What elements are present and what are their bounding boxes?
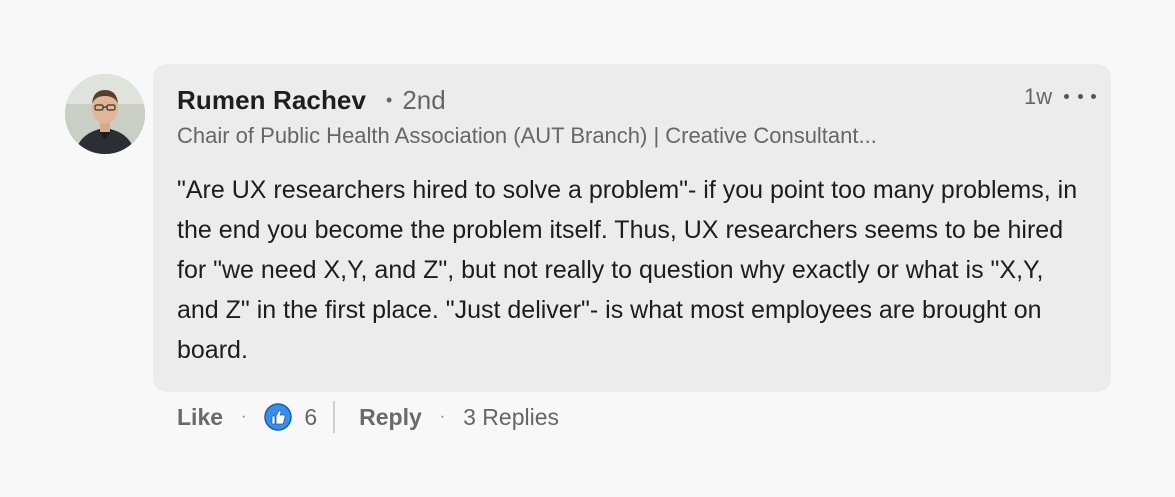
degree-separator: •: [386, 90, 393, 110]
replies-link[interactable]: 3 Replies: [463, 404, 559, 431]
degree-label: 2nd: [402, 85, 446, 115]
separator-dot: ·: [439, 408, 446, 425]
author-headline: Chair of Public Health Association (AUT …: [177, 123, 877, 148]
author-avatar[interactable]: [65, 74, 145, 154]
more-options-icon[interactable]: [1064, 84, 1096, 108]
author-name[interactable]: Rumen Rachev: [177, 85, 366, 116]
reaction-count[interactable]: 6: [304, 404, 317, 431]
action-divider: [333, 401, 336, 433]
comment-timestamp[interactable]: 1w: [1024, 84, 1052, 110]
connection-degree: • 2nd: [386, 85, 446, 116]
thumbs-up-icon[interactable]: [264, 403, 293, 431]
like-button[interactable]: Like: [177, 404, 223, 431]
comment-text: "Are UX researchers hired to solve a pro…: [177, 176, 1078, 364]
reply-button[interactable]: Reply: [359, 404, 422, 431]
comment-actions: Like · 6 Reply · 3 Replies: [177, 400, 559, 434]
separator-dot: ·: [241, 408, 247, 425]
